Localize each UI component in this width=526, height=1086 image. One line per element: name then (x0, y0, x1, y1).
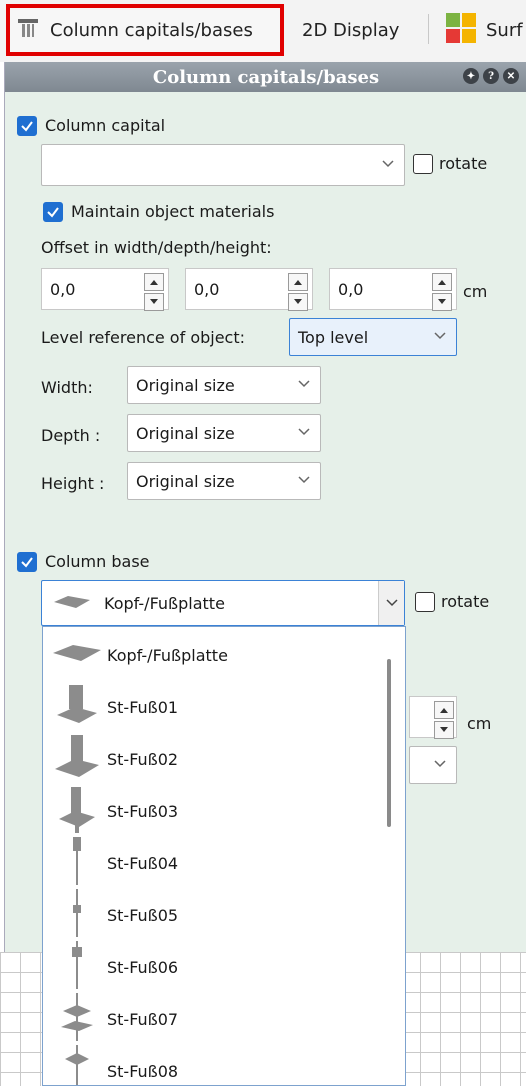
depth-combo[interactable]: Original size (127, 414, 321, 452)
level-reference-combo[interactable]: Top level (289, 318, 457, 356)
chevron-down-icon (434, 760, 446, 768)
base-rotate-label: rotate (441, 592, 490, 611)
maintain-materials-checkbox[interactable] (43, 202, 63, 222)
combo-value: Original size (136, 423, 235, 443)
plate-icon (54, 594, 90, 613)
help-icon[interactable]: ? (483, 68, 499, 84)
maintain-materials-label: Maintain object materials (71, 202, 275, 221)
tab-separator (428, 14, 429, 44)
tab-surfaces[interactable]: Surf (446, 8, 526, 52)
tab-column-capitals-bases[interactable]: Column capitals/bases (6, 4, 284, 56)
steel-foot-icon (53, 889, 101, 941)
steel-foot-icon (53, 837, 101, 889)
spinner-value: 0,0 (338, 279, 364, 299)
spin-down-icon[interactable] (288, 293, 308, 311)
list-item[interactable]: St-Fuß08 (43, 1045, 383, 1085)
spin-up-icon[interactable] (144, 273, 164, 291)
chevron-down-icon (298, 428, 310, 436)
list-item[interactable]: St-Fuß07 (43, 993, 383, 1045)
hidden-combo[interactable] (409, 746, 457, 784)
capital-rotate-checkbox[interactable] (413, 154, 433, 174)
list-item[interactable]: St-Fuß01 (43, 681, 383, 733)
tab-label: Column capitals/bases (50, 19, 253, 41)
hidden-spinner[interactable] (409, 696, 457, 739)
chevron-down-icon (434, 332, 446, 340)
hidden-unit: cm (467, 714, 492, 733)
combo-value: Kopf-/Fußplatte (104, 593, 225, 613)
width-label: Width: (41, 378, 93, 397)
depth-label: Depth : (41, 426, 101, 445)
column-capital-combo[interactable] (41, 144, 405, 186)
capital-rotate-label: rotate (439, 154, 488, 173)
column-base-dropdown-list[interactable]: Kopf-/Fußplatte St-Fuß01 St-Fuß02 St-Fuß… (42, 626, 406, 1086)
tab-label: 2D Display (302, 19, 400, 41)
width-combo[interactable]: Original size (127, 366, 321, 404)
panel-title-text: Column capitals/bases (152, 66, 380, 88)
column-base-combo[interactable]: Kopf-/Fußplatte (41, 580, 405, 626)
list-item[interactable]: Kopf-/Fußplatte (43, 629, 383, 681)
offset-unit: cm (463, 282, 488, 301)
list-item[interactable]: St-Fuß05 (43, 889, 383, 941)
dropdown-scrollbar[interactable] (387, 659, 391, 827)
combo-dropdown-button[interactable] (378, 581, 404, 625)
steel-foot-icon (53, 681, 101, 733)
combo-value: Original size (136, 471, 235, 491)
list-item[interactable]: St-Fuß02 (43, 733, 383, 785)
steel-foot-icon (53, 785, 101, 837)
column-icon (16, 16, 40, 45)
spin-down-icon[interactable] (144, 293, 164, 311)
tab-bar: Column capitals/bases 2D Display Surf (0, 0, 526, 62)
pin-icon[interactable]: ✦ (463, 68, 479, 84)
column-base-checkbox[interactable] (17, 552, 37, 572)
offset-height-spinner[interactable]: 0,0 (329, 268, 457, 311)
height-label: Height : (41, 474, 105, 493)
level-reference-label: Level reference of object: (41, 328, 246, 347)
offset-depth-spinner[interactable]: 0,0 (185, 268, 313, 311)
tab-2d-display[interactable]: 2D Display (302, 8, 420, 52)
panel-title: Column capitals/bases ✦ ? ✕ (5, 62, 526, 92)
base-rotate-checkbox[interactable] (415, 592, 435, 612)
steel-foot-icon (53, 993, 101, 1045)
list-item[interactable]: St-Fuß03 (43, 785, 383, 837)
spin-up-icon[interactable] (434, 701, 454, 719)
steel-foot-icon (53, 1045, 101, 1085)
spin-down-icon[interactable] (432, 293, 452, 311)
steel-foot-icon (53, 941, 101, 993)
height-combo[interactable]: Original size (127, 462, 321, 500)
combo-value: Top level (298, 327, 369, 347)
offset-label: Offset in width/depth/height: (41, 238, 272, 257)
offset-width-spinner[interactable]: 0,0 (41, 268, 169, 311)
spin-up-icon[interactable] (288, 273, 308, 291)
spinner-value: 0,0 (194, 279, 220, 299)
spinner-value: 0,0 (50, 279, 76, 299)
chevron-down-icon (298, 380, 310, 388)
chevron-down-icon (298, 476, 310, 484)
list-item[interactable]: St-Fuß04 (43, 837, 383, 889)
close-icon[interactable]: ✕ (503, 68, 519, 84)
chevron-down-icon (382, 160, 394, 168)
spin-down-icon[interactable] (434, 721, 454, 739)
combo-value: Original size (136, 375, 235, 395)
steel-foot-icon (53, 733, 101, 785)
spin-up-icon[interactable] (432, 273, 452, 291)
tab-label: Surf (486, 19, 523, 41)
surface-icon (446, 12, 476, 48)
column-capital-checkbox[interactable] (17, 116, 37, 136)
list-item[interactable]: St-Fuß06 (43, 941, 383, 993)
plate-icon (53, 643, 101, 667)
column-capital-label: Column capital (45, 116, 166, 135)
chevron-down-icon (386, 599, 398, 607)
column-base-label: Column base (45, 552, 150, 571)
